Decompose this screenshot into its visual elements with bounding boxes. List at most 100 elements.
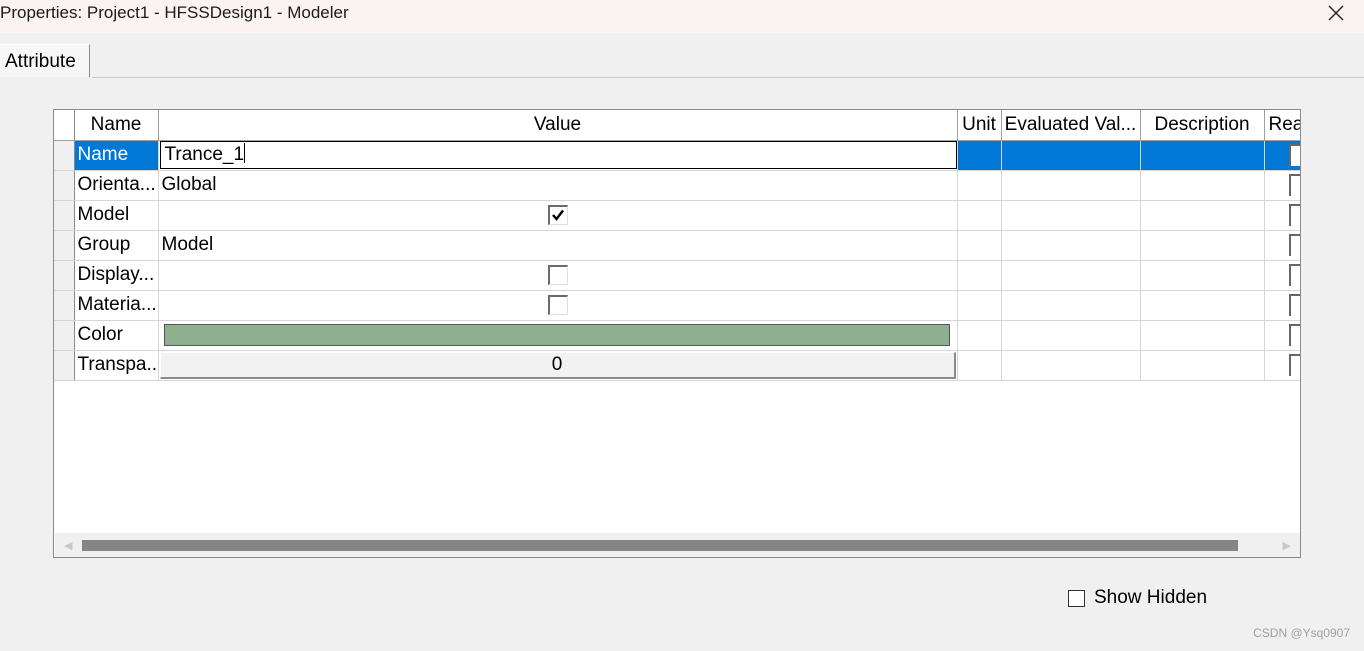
description-cell	[1140, 170, 1265, 201]
property-name: Orienta...	[74, 170, 159, 201]
read-only-cell	[1264, 320, 1300, 351]
evaluated-value-cell	[1001, 200, 1141, 231]
name-edit-field[interactable]: Trance_1	[159, 141, 956, 169]
unit-cell	[957, 290, 1002, 321]
unit-cell	[957, 170, 1002, 201]
property-value[interactable]	[158, 320, 958, 351]
watermark: CSDN @Ysq0907	[1253, 626, 1350, 640]
title-bar: Properties: Project1 - HFSSDesign1 - Mod…	[0, 0, 1364, 33]
table-row[interactable]: Materia...	[54, 290, 1300, 321]
tab-strip: Attribute	[0, 44, 1364, 80]
row-header[interactable]	[54, 200, 75, 231]
model-checkbox[interactable]	[547, 204, 568, 225]
transparency-slider[interactable]: 0	[159, 351, 956, 379]
read-only-checkbox[interactable]	[1288, 203, 1300, 226]
row-header[interactable]	[54, 140, 75, 171]
property-name: Materia...	[74, 290, 159, 321]
column-header-value[interactable]: Value	[158, 110, 958, 141]
row-header[interactable]	[54, 230, 75, 261]
row-header[interactable]	[54, 290, 75, 321]
column-header-name[interactable]: Name	[74, 110, 159, 141]
column-header-evaluated-value[interactable]: Evaluated Val...	[1001, 110, 1141, 141]
read-only-checkbox[interactable]	[1288, 173, 1300, 196]
read-only-cell	[1264, 260, 1300, 291]
table-row[interactable]: Orienta... Global	[54, 170, 1300, 201]
column-header-unit[interactable]: Unit	[957, 110, 1002, 141]
property-value[interactable]	[158, 200, 958, 231]
description-cell	[1140, 290, 1265, 321]
property-value[interactable]: Trance_1	[158, 140, 958, 171]
evaluated-value-cell	[1001, 260, 1141, 291]
tab-attribute[interactable]: Attribute	[0, 44, 90, 77]
show-hidden-checkbox[interactable]	[1068, 589, 1085, 607]
scroll-right-icon[interactable]: ▶	[1283, 539, 1291, 552]
properties-grid: Name Value Unit Evaluated Val... Descrip…	[53, 109, 1301, 558]
read-only-checkbox[interactable]	[1288, 353, 1300, 376]
read-only-cell	[1264, 140, 1300, 171]
read-only-checkbox[interactable]	[1288, 293, 1300, 316]
description-cell	[1140, 260, 1265, 291]
read-only-checkbox[interactable]	[1288, 233, 1300, 256]
property-value[interactable]	[158, 290, 958, 321]
description-cell	[1140, 230, 1265, 261]
row-header[interactable]	[54, 170, 75, 201]
window-title: Properties: Project1 - HFSSDesign1 - Mod…	[0, 3, 349, 22]
close-icon	[1328, 5, 1344, 21]
evaluated-value-cell	[1001, 140, 1141, 171]
column-header-description[interactable]: Description	[1140, 110, 1265, 141]
table-row[interactable]: Transpa... 0	[54, 350, 1300, 381]
table-row[interactable]: Model	[54, 200, 1300, 231]
table-row[interactable]: Group Model	[54, 230, 1300, 261]
evaluated-value-cell	[1001, 350, 1141, 381]
description-cell	[1140, 350, 1265, 381]
property-name: Group	[74, 230, 159, 261]
property-value[interactable]	[158, 260, 958, 291]
checkmark-icon	[551, 209, 564, 221]
name-edit-value: Trance_1	[164, 144, 245, 165]
horizontal-scrollbar[interactable]: ◀ ▶	[55, 533, 1300, 557]
row-header[interactable]	[54, 320, 75, 351]
description-cell	[1140, 140, 1265, 171]
unit-cell	[957, 260, 1002, 291]
header-row: Name Value Unit Evaluated Val... Descrip…	[54, 110, 1300, 141]
table-row[interactable]: Color	[54, 320, 1300, 351]
property-name: Color	[74, 320, 159, 351]
row-header[interactable]	[54, 350, 75, 381]
display-wireframe-checkbox[interactable]	[547, 264, 568, 285]
property-value[interactable]: Global	[158, 170, 958, 201]
unit-cell	[957, 350, 1002, 381]
property-name: Display...	[74, 260, 159, 291]
scrollbar-thumb[interactable]	[82, 540, 1238, 551]
read-only-checkbox[interactable]	[1288, 263, 1300, 286]
row-header[interactable]	[54, 260, 75, 291]
properties-table: Name Value Unit Evaluated Val... Descrip…	[54, 110, 1300, 381]
read-only-checkbox[interactable]	[1288, 143, 1300, 166]
column-header-read-only[interactable]: Rea	[1264, 110, 1300, 141]
property-name: Model	[74, 200, 159, 231]
table-row[interactable]: Name Trance_1	[54, 140, 1300, 171]
property-value[interactable]: 0	[158, 350, 958, 381]
unit-cell	[957, 320, 1002, 351]
scroll-left-icon[interactable]: ◀	[64, 539, 72, 552]
material-appearance-checkbox[interactable]	[547, 294, 568, 315]
read-only-checkbox[interactable]	[1288, 323, 1300, 346]
close-button[interactable]	[1308, 0, 1364, 26]
unit-cell	[957, 200, 1002, 231]
read-only-cell	[1264, 350, 1300, 381]
description-cell	[1140, 320, 1265, 351]
read-only-cell	[1264, 170, 1300, 201]
evaluated-value-cell	[1001, 170, 1141, 201]
property-value[interactable]: Model	[158, 230, 958, 261]
color-swatch[interactable]	[163, 324, 950, 346]
property-name: Name	[74, 140, 159, 171]
corner-cell	[54, 110, 75, 141]
table-row[interactable]: Display...	[54, 260, 1300, 291]
tab-divider	[92, 77, 1364, 78]
read-only-cell	[1264, 230, 1300, 261]
show-hidden-option[interactable]: Show Hidden	[1068, 587, 1207, 609]
evaluated-value-cell	[1001, 230, 1141, 261]
show-hidden-label: Show Hidden	[1094, 587, 1208, 608]
unit-cell	[957, 140, 1002, 171]
evaluated-value-cell	[1001, 320, 1141, 351]
property-name: Transpa...	[74, 350, 159, 381]
